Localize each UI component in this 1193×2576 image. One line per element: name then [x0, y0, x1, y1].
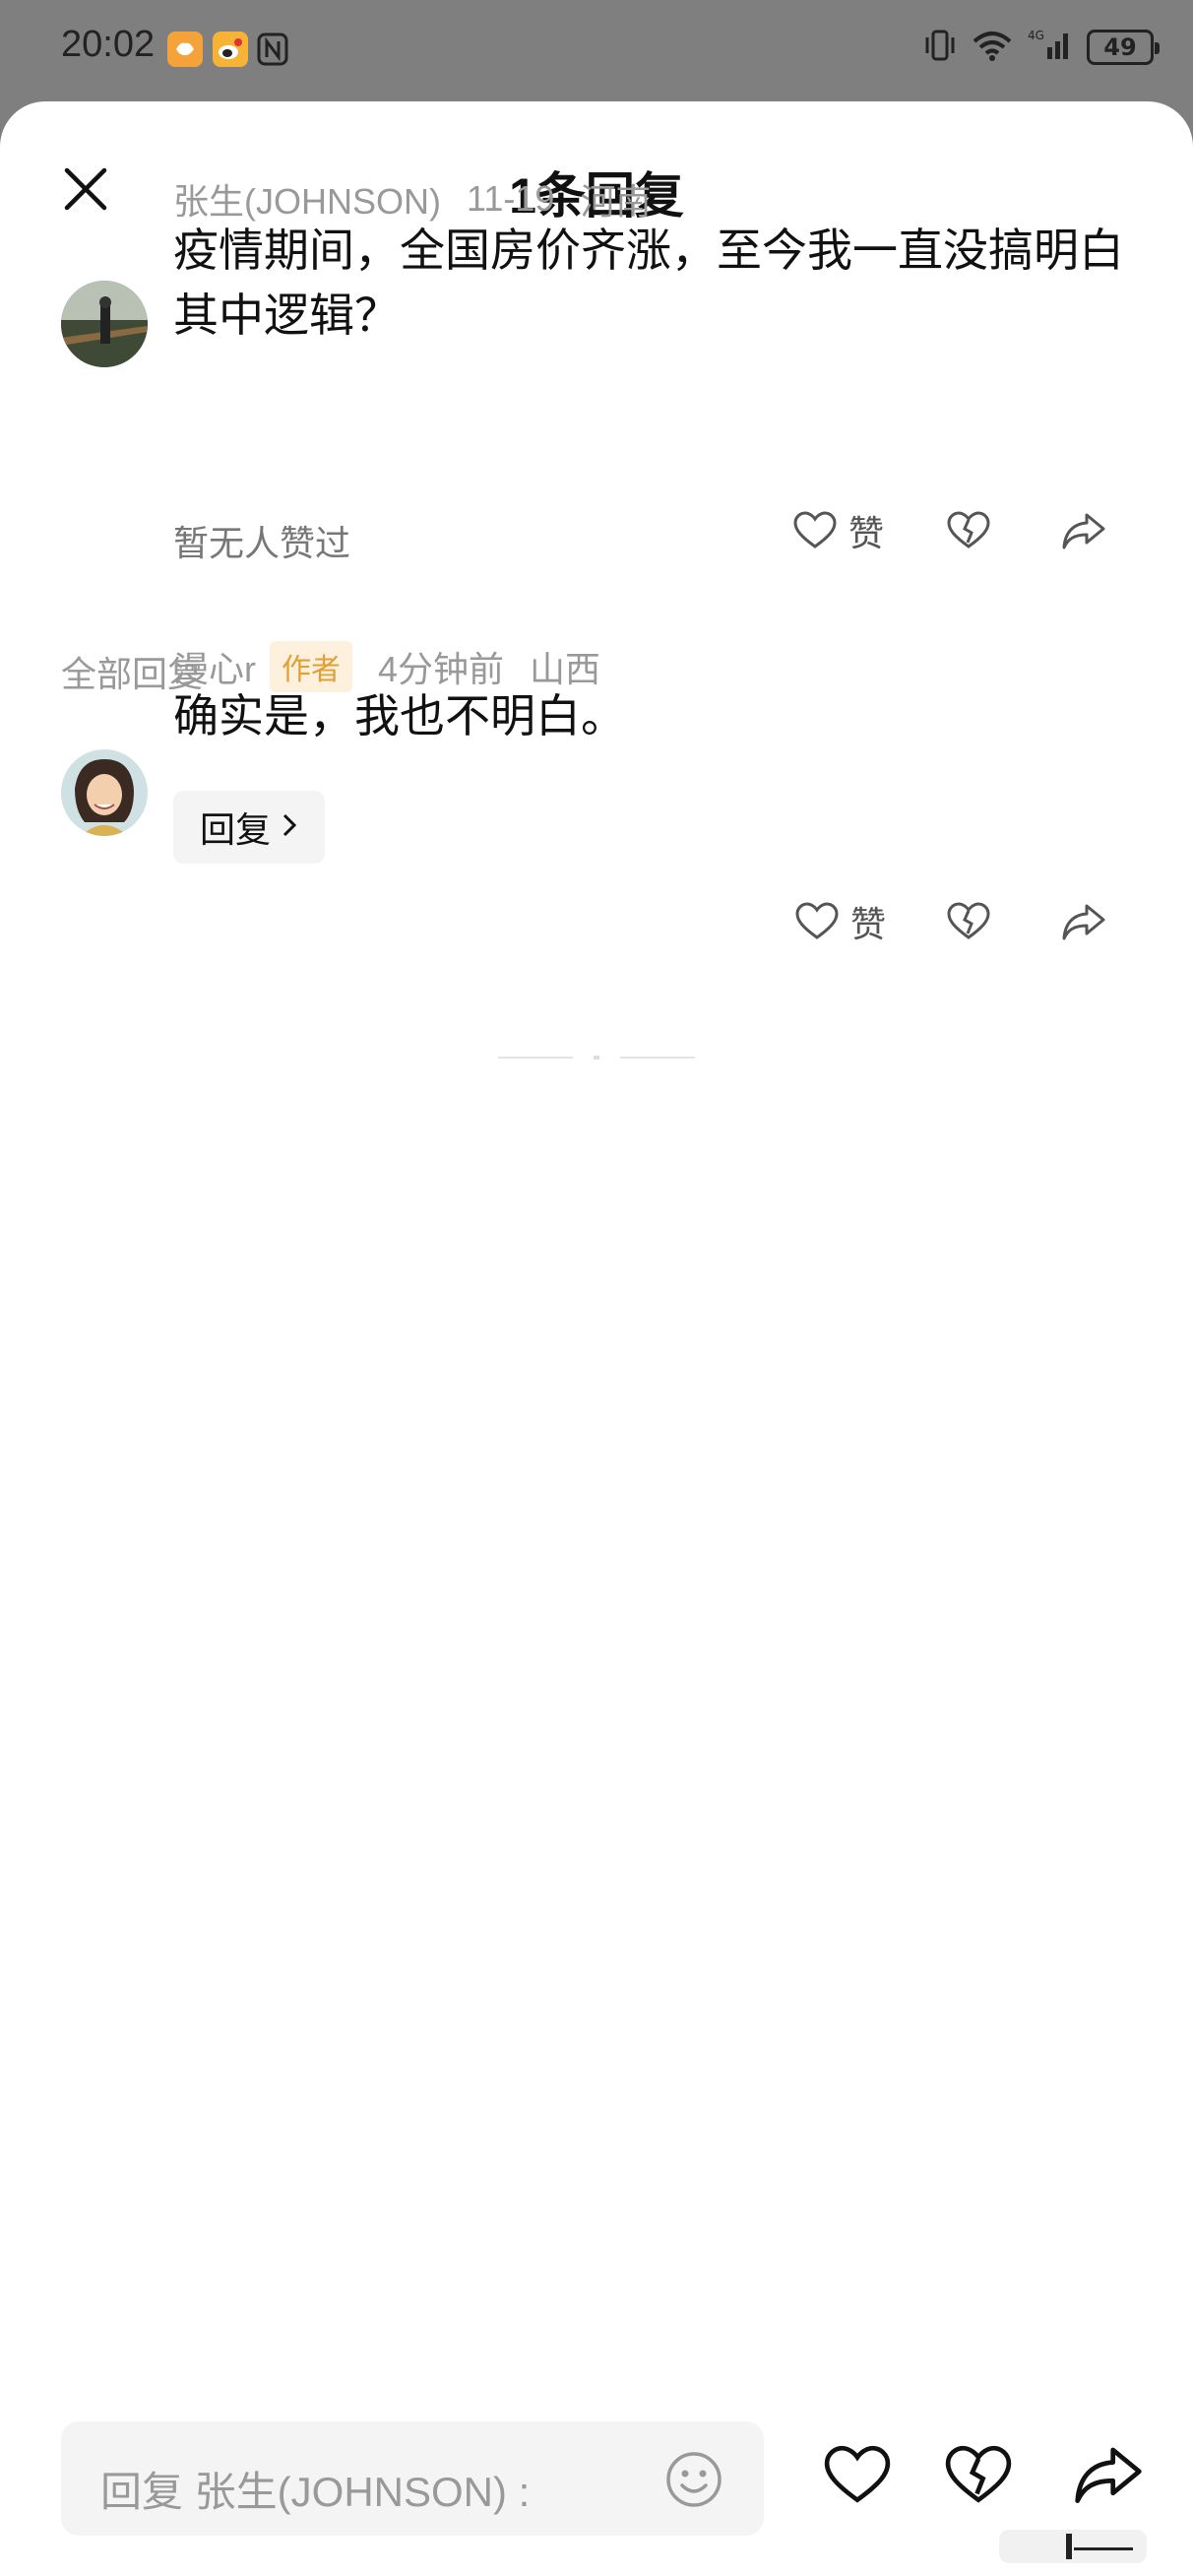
- like-button[interactable]: 赞: [793, 505, 884, 556]
- share-icon[interactable]: [1073, 2443, 1144, 2510]
- end-of-list-divider: [498, 1056, 695, 1060]
- gesture-handle-icon: [999, 2526, 1147, 2567]
- heart-icon[interactable]: [824, 2445, 891, 2510]
- svg-text:4G: 4G: [1028, 29, 1044, 42]
- avatar[interactable]: [61, 281, 148, 367]
- reply-input-placeholder: 回复 张生(JOHNSON) :: [100, 2469, 531, 2515]
- reply-button-label: 回复: [199, 810, 271, 851]
- share-icon: [1061, 902, 1106, 941]
- vibrate-icon: [923, 28, 957, 67]
- nfc-icon: [256, 32, 291, 67]
- reply-button[interactable]: 回复: [173, 791, 325, 864]
- broken-heart-icon: [947, 511, 990, 550]
- heart-icon: [793, 511, 837, 550]
- like-label: 赞: [848, 514, 885, 554]
- dislike-button[interactable]: [947, 902, 990, 941]
- chevron-right-icon: [281, 807, 298, 848]
- comment-date: 11-19: [467, 178, 555, 219]
- emoji-icon[interactable]: [665, 2451, 722, 2512]
- share-icon: [1061, 511, 1106, 550]
- broken-heart-icon: [947, 902, 990, 941]
- broken-heart-icon[interactable]: [945, 2445, 1012, 2510]
- battery-indicator: 49: [1087, 30, 1160, 65]
- weibo-icon: [213, 32, 248, 67]
- share-button[interactable]: [1061, 511, 1106, 550]
- comment-text: 疫情期间，全国房价齐涨，至今我一直没搞明白其中逻辑？: [173, 224, 1124, 342]
- reply-sheet: 1条回复 张生(JOHNSON) 11-19 河南 疫情期间，全国房价齐涨，至今…: [0, 101, 1193, 2576]
- taobao-icon: [167, 32, 203, 67]
- signal-4g-icon: 4G: [1028, 28, 1073, 67]
- like-button[interactable]: 赞: [795, 896, 886, 947]
- likes-summary[interactable]: 暂无人赞过: [173, 515, 350, 566]
- like-label: 赞: [850, 905, 887, 945]
- reply-text: 确实是，我也不明白。: [173, 689, 626, 742]
- avatar[interactable]: [61, 749, 148, 836]
- status-bar: 20:02 4G 49: [0, 0, 1193, 98]
- status-time: 20:02: [61, 24, 156, 65]
- heart-icon: [795, 902, 839, 941]
- comment-actions: 赞: [793, 505, 1106, 556]
- share-button[interactable]: [1061, 902, 1106, 941]
- dislike-button[interactable]: [947, 511, 990, 550]
- wifi-icon: [971, 28, 1014, 67]
- reply-input[interactable]: 回复 张生(JOHNSON) :: [61, 2421, 764, 2536]
- reply-actions: 赞: [795, 896, 1106, 947]
